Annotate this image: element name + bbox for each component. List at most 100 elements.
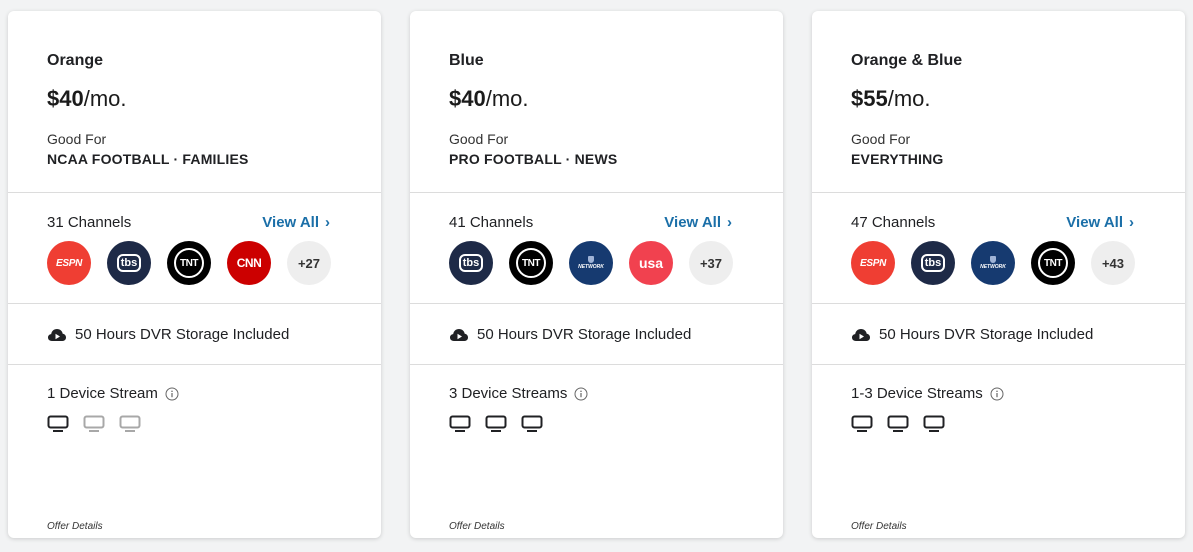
plan-card: Orange & Blue $55/mo. Good For EVERYTHIN…	[812, 11, 1185, 538]
good-for-label: Good For	[47, 131, 107, 147]
streams-row: 3 Device Streams	[449, 385, 783, 403]
cloud-play-icon	[450, 329, 468, 341]
tv-icon	[485, 415, 507, 432]
plan-header: Orange $40/mo. Good For NCAA FOOTBALL · …	[8, 11, 381, 193]
dvr-text: 50 Hours DVR Storage Included	[477, 326, 692, 343]
tbs-logo-text: tbs	[920, 254, 946, 272]
offer-details-link[interactable]: Offer Details	[449, 521, 505, 532]
more-channels-badge[interactable]: +43	[1091, 241, 1135, 285]
offer-details-link[interactable]: Offer Details	[47, 521, 103, 532]
nfl-network-logo-text: NETWORK	[980, 264, 1006, 270]
plan-price: $40/mo.	[449, 85, 783, 113]
channels-count: 31 Channels	[47, 214, 132, 231]
nfl-shield-icon	[990, 256, 996, 263]
plan-name: Orange & Blue	[851, 52, 963, 69]
streams-row: 1-3 Device Streams	[851, 385, 1185, 403]
plan-name: Orange	[47, 52, 104, 69]
plan-card: Blue $40/mo. Good For PRO FOOTBALL · NEW…	[410, 11, 783, 538]
espn-logo-text: ESPN	[55, 257, 83, 269]
chevron-right-icon: ›	[325, 214, 330, 231]
view-all-link[interactable]: View All ›	[262, 213, 330, 233]
more-channels-badge[interactable]: +27	[287, 241, 331, 285]
tv-icon	[47, 415, 69, 432]
plan-header: Orange & Blue $55/mo. Good For EVERYTHIN…	[812, 11, 1185, 193]
good-for-label: Good For	[449, 131, 509, 147]
channels-count: 41 Channels	[449, 214, 534, 231]
streams-section: 1-3 Device Streams	[812, 365, 1185, 433]
usa-logo-text: usa	[638, 255, 664, 271]
nfl-network-logo: NETWORK	[971, 241, 1015, 285]
channels-count: 47 Channels	[851, 214, 936, 231]
streams-label: 1-3 Device Streams	[851, 385, 983, 402]
streams-section: 3 Device Streams	[410, 365, 783, 433]
streams-section: 1 Device Stream	[8, 365, 381, 433]
tv-icon	[887, 415, 909, 432]
plan-price: $55/mo.	[851, 85, 1185, 113]
plan-header: Blue $40/mo. Good For PRO FOOTBALL · NEW…	[410, 11, 783, 193]
dvr-section: 50 Hours DVR Storage Included	[410, 304, 783, 365]
info-icon[interactable]	[574, 387, 588, 401]
tbs-logo: tbs	[911, 241, 955, 285]
tbs-logo-text: tbs	[116, 254, 142, 272]
streams-label: 1 Device Stream	[47, 385, 158, 402]
tnt-logo: TNT	[509, 241, 553, 285]
espn-logo-text: ESPN	[859, 257, 887, 269]
chevron-right-icon: ›	[1129, 214, 1134, 231]
channel-logos: tbs TNT NETWORK usa +37	[449, 241, 783, 285]
chevron-right-icon: ›	[727, 214, 732, 231]
tv-icon	[119, 415, 141, 432]
tbs-logo: tbs	[449, 241, 493, 285]
info-icon[interactable]	[165, 387, 179, 401]
offer-details-link[interactable]: Offer Details	[851, 521, 907, 532]
tbs-logo: tbs	[107, 241, 151, 285]
device-icons	[47, 415, 381, 433]
price-amount: $40	[47, 86, 84, 111]
device-icons	[851, 415, 1185, 433]
cnn-logo: CNN	[227, 241, 271, 285]
channels-section: 47 Channels View All › ESPN tbs NETWORK TNT +…	[812, 193, 1185, 304]
nfl-network-logo: NETWORK	[569, 241, 613, 285]
cloud-play-icon	[48, 329, 66, 341]
tnt-logo-text: TNT	[516, 248, 546, 278]
plan-price: $40/mo.	[47, 85, 381, 113]
espn-logo: ESPN	[851, 241, 895, 285]
usa-logo: usa	[629, 241, 673, 285]
channels-section: 41 Channels View All › tbs TNT NETWORK usa +3…	[410, 193, 783, 304]
view-all-link[interactable]: View All ›	[1066, 213, 1134, 233]
plan-name: Blue	[449, 52, 484, 69]
good-for-value: PRO FOOTBALL · NEWS	[449, 151, 618, 167]
tnt-logo-text: TNT	[1038, 248, 1068, 278]
good-for-label: Good For	[851, 131, 911, 147]
dvr-text: 50 Hours DVR Storage Included	[75, 326, 290, 343]
tv-icon	[851, 415, 873, 432]
good-for-value: NCAA FOOTBALL · FAMILIES	[47, 151, 249, 167]
price-period: /mo.	[485, 86, 529, 111]
dvr-section: 50 Hours DVR Storage Included	[8, 304, 381, 365]
espn-logo: ESPN	[47, 241, 91, 285]
view-all-link[interactable]: View All ›	[664, 213, 732, 233]
tv-icon	[923, 415, 945, 432]
streams-row: 1 Device Stream	[47, 385, 381, 403]
nfl-shield-icon	[588, 256, 594, 263]
streams-label: 3 Device Streams	[449, 385, 568, 402]
price-amount: $55	[851, 86, 888, 111]
device-icons	[449, 415, 783, 433]
view-all-label: View All	[1066, 214, 1123, 231]
channels-section: 31 Channels View All › ESPN tbs TNT CNN +27	[8, 193, 381, 304]
good-for-value: EVERYTHING	[851, 151, 944, 167]
nfl-network-logo-text: NETWORK	[578, 264, 604, 270]
view-all-label: View All	[664, 214, 721, 231]
dvr-section: 50 Hours DVR Storage Included	[812, 304, 1185, 365]
tv-icon	[83, 415, 105, 432]
info-icon[interactable]	[990, 387, 1004, 401]
channel-logos: ESPN tbs TNT CNN +27	[47, 241, 381, 285]
plan-card: Orange $40/mo. Good For NCAA FOOTBALL · …	[8, 11, 381, 538]
more-channels-badge[interactable]: +37	[689, 241, 733, 285]
cloud-play-icon	[852, 329, 870, 341]
price-period: /mo.	[887, 86, 931, 111]
price-period: /mo.	[83, 86, 127, 111]
tbs-logo-text: tbs	[458, 254, 484, 272]
tv-icon	[449, 415, 471, 432]
dvr-text: 50 Hours DVR Storage Included	[879, 326, 1094, 343]
tv-icon	[521, 415, 543, 432]
